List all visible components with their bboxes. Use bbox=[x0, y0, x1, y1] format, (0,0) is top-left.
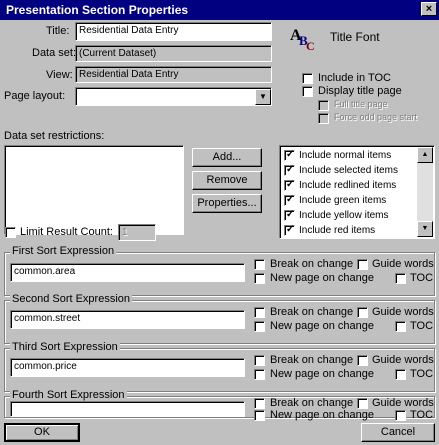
window-title: Presentation Section Properties bbox=[6, 3, 189, 17]
toc-4-label: TOC bbox=[410, 409, 434, 421]
add-button[interactable]: Add... bbox=[192, 148, 262, 167]
toc-2-checkbox[interactable] bbox=[395, 321, 406, 332]
restrictions-list[interactable] bbox=[4, 145, 184, 235]
break-on-change-3-label: Break on change bbox=[270, 354, 354, 366]
title-label: Title: bbox=[46, 25, 70, 37]
dataset-label: Data set: bbox=[32, 47, 77, 59]
cancel-button[interactable]: Cancel bbox=[361, 423, 435, 442]
scroll-down-icon[interactable]: ▼ bbox=[417, 221, 433, 237]
include-list-scrollbar[interactable]: ▲ ▼ bbox=[417, 147, 433, 237]
break-on-change-4-label: Break on change bbox=[270, 397, 354, 409]
include-items-list[interactable]: ✓ Include normal items ✓ Include selected … bbox=[279, 145, 435, 239]
check-icon: ✓ bbox=[286, 164, 295, 175]
guide-words-1-checkbox[interactable] bbox=[357, 259, 368, 270]
guide-words-3-checkbox[interactable] bbox=[357, 355, 368, 366]
list-item[interactable]: ✓ Include redlined items bbox=[282, 178, 416, 193]
toc-3-label: TOC bbox=[410, 368, 434, 380]
sort-expression-4-input[interactable] bbox=[10, 401, 245, 417]
sort-group-3-title: Third Sort Expression bbox=[10, 341, 120, 353]
sort-expression-3-input[interactable]: common.price bbox=[10, 358, 245, 377]
title-bar: Presentation Section Properties × bbox=[0, 0, 439, 20]
chevron-down-icon[interactable]: ▼ bbox=[255, 89, 271, 105]
toc-1-label: TOC bbox=[410, 272, 434, 284]
toc-3-checkbox[interactable] bbox=[395, 369, 406, 380]
title-input[interactable]: Residential Data Entry bbox=[75, 22, 272, 41]
limit-result-input: 1 bbox=[118, 224, 156, 241]
break-on-change-1-checkbox[interactable] bbox=[254, 259, 265, 270]
list-item[interactable]: ✓ Include yellow items bbox=[282, 208, 416, 223]
properties-button[interactable]: Properties... bbox=[192, 194, 262, 213]
new-page-2-label: New page on change bbox=[270, 320, 374, 332]
check-icon: ✓ bbox=[286, 209, 295, 220]
break-on-change-1-label: Break on change bbox=[270, 258, 354, 270]
break-on-change-2-checkbox[interactable] bbox=[254, 307, 265, 318]
display-title-page-label: Display title page bbox=[318, 85, 402, 97]
include-toc-label: Include in TOC bbox=[318, 72, 391, 84]
sort-group-2-title: Second Sort Expression bbox=[10, 293, 133, 305]
page-layout-label: Page layout: bbox=[4, 90, 66, 102]
new-page-2-checkbox[interactable] bbox=[254, 321, 265, 332]
scroll-up-icon[interactable]: ▲ bbox=[417, 147, 433, 163]
break-on-change-3-checkbox[interactable] bbox=[254, 355, 265, 366]
limit-result-label: Limit Result Count: bbox=[20, 226, 113, 238]
guide-words-4-checkbox[interactable] bbox=[357, 398, 368, 409]
toc-1-checkbox[interactable] bbox=[395, 273, 406, 284]
guide-words-1-label: Guide words bbox=[372, 258, 434, 270]
sort-group-1-title: First Sort Expression bbox=[10, 245, 117, 257]
view-label: View: bbox=[46, 69, 73, 81]
include-toc-checkbox[interactable] bbox=[302, 73, 313, 84]
list-item[interactable]: ✓ Include green items bbox=[282, 193, 416, 208]
full-title-page-label: Full title page bbox=[334, 99, 388, 109]
new-page-4-checkbox[interactable] bbox=[254, 410, 265, 421]
close-button[interactable]: × bbox=[421, 2, 437, 16]
guide-words-2-label: Guide words bbox=[372, 306, 434, 318]
guide-words-2-checkbox[interactable] bbox=[357, 307, 368, 318]
restrictions-label: Data set restrictions: bbox=[4, 130, 105, 142]
force-odd-page-checkbox bbox=[318, 113, 329, 124]
check-icon: ✓ bbox=[286, 149, 295, 160]
guide-words-4-label: Guide words bbox=[372, 397, 434, 409]
toc-2-label: TOC bbox=[410, 320, 434, 332]
sort-expression-1-input[interactable]: common.area bbox=[10, 263, 245, 282]
sort-group-4-title: Fourth Sort Expression bbox=[10, 389, 127, 401]
sort-expression-2-input[interactable]: common.street bbox=[10, 310, 245, 329]
dataset-field: (Current Dataset) bbox=[75, 45, 272, 62]
list-item[interactable]: ✓ Include red items bbox=[282, 223, 416, 238]
title-font-label: Title Font bbox=[330, 30, 380, 44]
display-title-page-checkbox[interactable] bbox=[302, 86, 313, 97]
check-icon: ✓ bbox=[286, 224, 295, 235]
remove-button[interactable]: Remove bbox=[192, 171, 262, 190]
new-page-3-checkbox[interactable] bbox=[254, 369, 265, 380]
check-icon: ✓ bbox=[286, 194, 295, 205]
page-layout-select[interactable] bbox=[75, 87, 272, 106]
toc-4-checkbox[interactable] bbox=[395, 410, 406, 421]
limit-result-checkbox[interactable] bbox=[5, 227, 16, 238]
new-page-1-label: New page on change bbox=[270, 272, 374, 284]
check-icon: ✓ bbox=[286, 179, 295, 190]
list-item[interactable]: ✓ Include normal items bbox=[282, 148, 416, 163]
force-odd-page-label: Force odd page start bbox=[334, 112, 418, 122]
break-on-change-2-label: Break on change bbox=[270, 306, 354, 318]
break-on-change-4-checkbox[interactable] bbox=[254, 398, 265, 409]
list-item[interactable]: ✓ Include selected items bbox=[282, 163, 416, 178]
new-page-1-checkbox[interactable] bbox=[254, 273, 265, 284]
guide-words-3-label: Guide words bbox=[372, 354, 434, 366]
new-page-3-label: New page on change bbox=[270, 368, 374, 380]
full-title-page-checkbox bbox=[318, 100, 329, 111]
new-page-4-label: New page on change bbox=[270, 409, 374, 421]
font-icon[interactable]: A B C bbox=[290, 27, 326, 55]
ok-button[interactable]: OK bbox=[4, 423, 80, 442]
view-field: Residential Data Entry bbox=[75, 66, 272, 83]
